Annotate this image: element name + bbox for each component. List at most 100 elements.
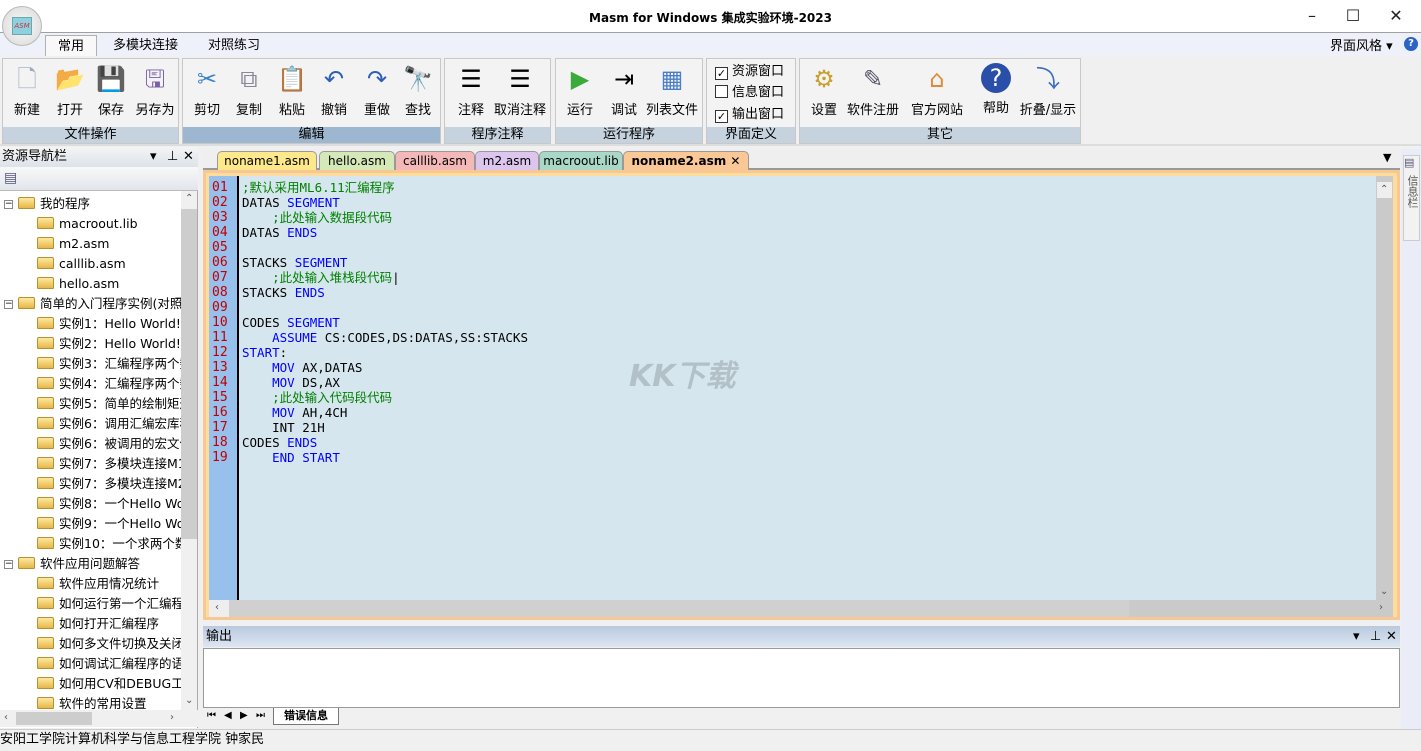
minimize-button[interactable]: –: [1292, 4, 1332, 28]
close-tab-icon[interactable]: ✕: [726, 154, 740, 168]
code-line[interactable]: CODES SEGMENT: [242, 315, 340, 330]
help-button[interactable]: ? 帮助: [974, 63, 1018, 116]
tree-item[interactable]: 实例6：调用汇编宏库程: [37, 414, 181, 434]
tree-item[interactable]: 软件应用问题解答: [18, 554, 140, 574]
pin-icon[interactable]: ⊥: [167, 147, 178, 167]
run-button[interactable]: ▶ 运行: [558, 63, 602, 118]
tree-item[interactable]: 实例3：汇编程序两个数: [37, 354, 181, 374]
code-line[interactable]: DATAS ENDS: [242, 225, 317, 240]
cut-button[interactable]: ✂ 剪切: [185, 63, 229, 118]
paste-button[interactable]: 📋 粘贴: [270, 63, 314, 118]
editor-tab[interactable]: hello.asm: [319, 151, 395, 170]
tree-item[interactable]: 实例8：一个Hello Wo: [37, 494, 181, 514]
scroll-down-icon[interactable]: ⌄: [1380, 586, 1388, 597]
code-line[interactable]: ;此处输入堆栈段代码|: [242, 270, 400, 285]
resource-window-checkbox[interactable]: ✓ 资源窗口: [715, 62, 784, 82]
tree-item[interactable]: 实例4：汇编程序两个数: [37, 374, 181, 394]
help-icon[interactable]: ?: [1404, 37, 1418, 51]
editor-tab[interactable]: noname2.asm ✕: [623, 151, 749, 170]
code-line[interactable]: END START: [242, 450, 340, 465]
app-menu-button[interactable]: ASM: [2, 6, 42, 46]
code-line[interactable]: INT 21H: [242, 420, 325, 435]
code-line[interactable]: ;此处输入代码段代码: [242, 390, 392, 405]
tree-item[interactable]: 我的程序: [18, 194, 90, 214]
scroll-thumb[interactable]: [16, 712, 92, 725]
code-editor[interactable]: 01 02 03 04 05 06 07 08 09 10 11 12 13 14 15 16 17 18 19 K…: [203, 170, 1400, 620]
tree-item[interactable]: 软件的常用设置: [37, 694, 147, 710]
tree-item[interactable]: 实例10：一个求两个数: [37, 534, 181, 554]
editor-tab[interactable]: calllib.asm: [395, 151, 475, 170]
tab-multi-module[interactable]: 多模块连接: [101, 35, 190, 56]
settings-button[interactable]: ⚙ 设置: [802, 63, 846, 118]
tree-item[interactable]: 简单的入门程序实例(对照练: [18, 294, 181, 314]
collapse-toggle-icon[interactable]: −: [4, 560, 13, 569]
tree-vertical-scrollbar[interactable]: ⌃ ⌄: [181, 191, 197, 710]
dropdown-icon[interactable]: ▾: [150, 147, 157, 167]
scroll-right-icon[interactable]: ›: [1379, 602, 1383, 613]
last-tab-icon[interactable]: ⏭: [256, 710, 265, 721]
code-line[interactable]: MOV DS,AX: [242, 375, 340, 390]
first-tab-icon[interactable]: ⏮: [207, 710, 216, 721]
scroll-thumb[interactable]: [229, 600, 1129, 617]
collapse-toggle-icon[interactable]: −: [4, 200, 13, 209]
tree-item[interactable]: calllib.asm: [37, 254, 126, 274]
editor-tab[interactable]: m2.asm: [475, 151, 539, 170]
tree-item[interactable]: macroout.lib: [37, 214, 138, 234]
tree-item[interactable]: 实例7：多模块连接M1: [37, 454, 181, 474]
collapse-toggle-icon[interactable]: −: [4, 300, 13, 309]
close-button[interactable]: ✕: [1376, 4, 1416, 28]
tree-item[interactable]: 实例2：Hello World!: [37, 334, 181, 354]
code-area[interactable]: 01 02 03 04 05 06 07 08 09 10 11 12 13 14 15 16 17 18 19 K…: [209, 176, 1376, 600]
code-line[interactable]: DATAS SEGMENT: [242, 195, 340, 210]
tree-item[interactable]: 如何调试汇编程序的语法: [37, 654, 181, 674]
tab-list-dropdown-icon[interactable]: ▼: [1383, 151, 1391, 164]
tree-item[interactable]: 实例1：Hello World!: [37, 314, 181, 334]
editor-tab[interactable]: macroout.lib: [539, 151, 623, 170]
editor-horizontal-scrollbar[interactable]: ‹ ›: [209, 600, 1393, 617]
tab-common[interactable]: 常用: [45, 35, 98, 56]
code-line[interactable]: MOV AH,4CH: [242, 405, 347, 420]
tree-item[interactable]: 如何用CV和DEBUG工具: [37, 674, 181, 694]
code-line[interactable]: STACKS ENDS: [242, 285, 325, 300]
info-bar-tab[interactable]: ▤ 信息栏: [1403, 155, 1420, 241]
tree-item[interactable]: 如何运行第一个汇编程序: [37, 594, 181, 614]
debug-button[interactable]: ⇥ 调试: [602, 63, 646, 118]
tree-item[interactable]: 实例5：简单的绘制矩形: [37, 394, 181, 414]
scroll-thumb[interactable]: [181, 209, 197, 539]
undo-button[interactable]: ↶ 撤销: [312, 63, 356, 118]
uncomment-button[interactable]: ☰ 取消注释: [491, 63, 549, 118]
new-button[interactable]: 🗋 新建: [5, 63, 49, 118]
tree-item[interactable]: 如何打开汇编程序: [37, 614, 159, 634]
tree-item[interactable]: 实例7：多模块连接M2: [37, 474, 181, 494]
pin-icon[interactable]: ⊥: [1370, 626, 1381, 647]
close-icon[interactable]: ✕: [1386, 626, 1397, 647]
scroll-up-icon[interactable]: ⌃: [1377, 182, 1392, 198]
editor-vertical-scrollbar[interactable]: ⌃ ⌄: [1376, 176, 1393, 600]
comment-button[interactable]: ☰ 注释: [449, 63, 493, 118]
find-button[interactable]: 🔭 查找: [396, 63, 440, 118]
scroll-up-icon[interactable]: ⌃: [185, 193, 193, 204]
list-file-button[interactable]: ▦ 列表文件: [644, 63, 700, 118]
code-line[interactable]: STACKS SEGMENT: [242, 255, 347, 270]
document-list-icon[interactable]: ▤: [4, 170, 17, 186]
tab-error-info[interactable]: 错误信息: [273, 708, 339, 725]
code-line[interactable]: ;默认采用ML6.11汇编程序: [242, 180, 395, 195]
open-button[interactable]: 📂 打开: [48, 63, 92, 118]
code-line[interactable]: CODES ENDS: [242, 435, 317, 450]
editor-tab[interactable]: noname1.asm: [217, 151, 317, 170]
scroll-down-icon[interactable]: ⌄: [185, 695, 193, 706]
save-button[interactable]: 💾 保存: [89, 63, 133, 118]
prev-tab-icon[interactable]: ◀: [224, 710, 232, 721]
next-tab-icon[interactable]: ▶: [240, 710, 248, 721]
maximize-button[interactable]: ☐: [1333, 4, 1373, 28]
tree-item[interactable]: 软件应用情况统计: [37, 574, 159, 594]
code-line[interactable]: ASSUME CS:CODES,DS:DATAS,SS:STACKS: [242, 330, 528, 345]
tree-item[interactable]: 实例6：被调用的宏文件: [37, 434, 181, 454]
dropdown-icon[interactable]: ▾: [1353, 626, 1360, 647]
style-menu[interactable]: 界面风格 ▾: [1330, 35, 1393, 54]
tab-practice[interactable]: 对照练习: [196, 35, 272, 56]
code-line[interactable]: MOV AX,DATAS: [242, 360, 362, 375]
collapse-button[interactable]: ⤵ 折叠/显示: [1018, 63, 1078, 118]
tree-item[interactable]: hello.asm: [37, 274, 119, 294]
tree-horizontal-scrollbar[interactable]: ‹ ›: [0, 710, 198, 727]
